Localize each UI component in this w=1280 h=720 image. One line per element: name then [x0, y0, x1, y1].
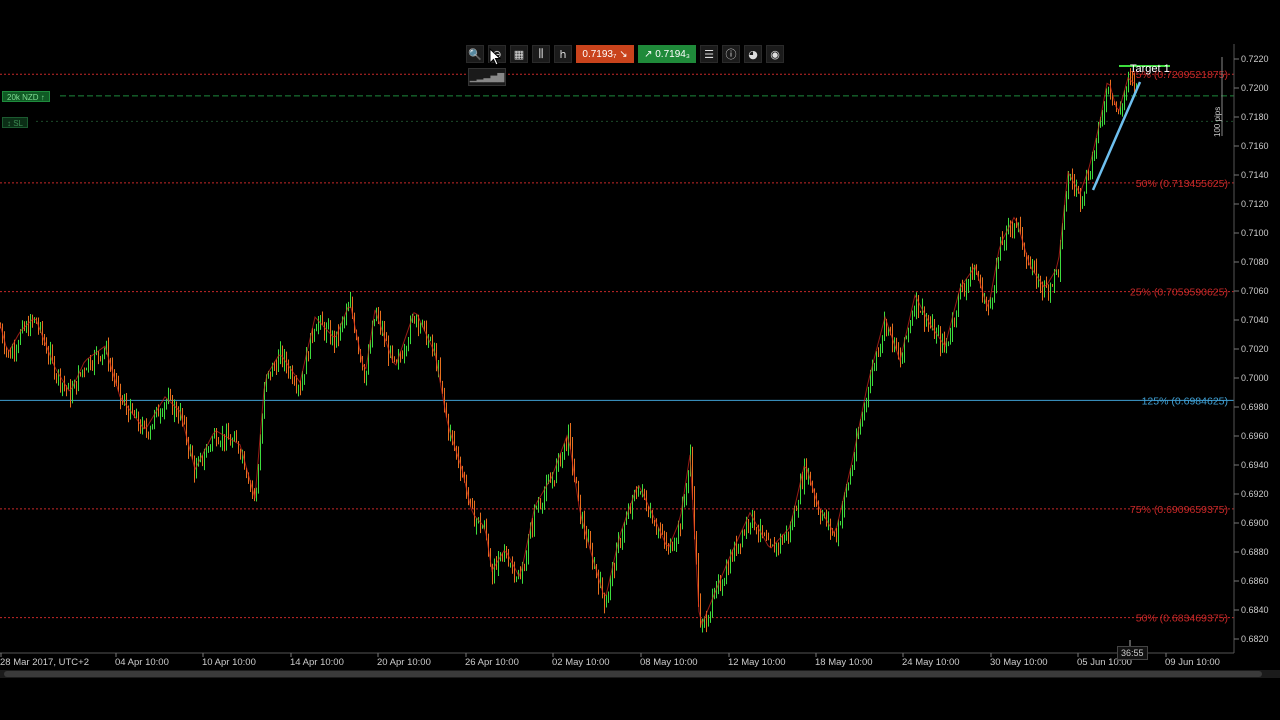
y-tick-label: 0.7120 [1241, 199, 1269, 209]
trend-line [1091, 81, 1142, 191]
scrollbar-thumb[interactable] [4, 671, 1262, 677]
x-tick-label: 30 May 10:00 [990, 657, 1048, 668]
fib-level-label: 50% (0.713455625) [1136, 178, 1228, 190]
stop-loss-tag[interactable]: ↕ SL [2, 117, 29, 128]
x-tick-label: 04 Apr 10:00 [115, 657, 169, 668]
y-tick-label: 0.7140 [1241, 170, 1269, 180]
y-tick-label: 0.6920 [1241, 489, 1269, 499]
y-tick-label: 0.7180 [1241, 112, 1269, 122]
signal-strength-indicator: ▁▂▃▅▇ [468, 68, 506, 86]
user-icon[interactable]: ◉ [766, 45, 784, 63]
fib-level-label: 125% (0.6984625) [1142, 395, 1228, 407]
x-tick-label: 08 May 10:00 [640, 657, 698, 668]
x-tick-label: 12 May 10:00 [728, 657, 786, 668]
x-tick-label: 18 May 10:00 [815, 657, 873, 668]
moving-average-line [0, 76, 1135, 626]
fib-level-label: 25% (0.7059590625) [1130, 287, 1228, 299]
x-tick-label: 28 Mar 2017, UTC+2 [0, 657, 89, 668]
target-label: Target 1 [1130, 63, 1170, 75]
x-tick-label: 02 May 10:00 [552, 657, 610, 668]
zoom-in-icon[interactable]: 🔍 [466, 45, 484, 63]
y-tick-label: 0.7160 [1241, 141, 1269, 151]
y-tick-label: 0.6940 [1241, 460, 1269, 470]
x-tick-label: 24 May 10:00 [902, 657, 960, 668]
pips-label: 100 pips [1213, 107, 1222, 137]
x-tick-label: 20 Apr 10:00 [377, 657, 431, 668]
buy-button[interactable]: ↗ 0.7194₃ [638, 45, 696, 63]
y-tick-label: 0.6880 [1241, 547, 1269, 557]
candle-timer: 36:55 [1117, 646, 1148, 660]
x-tick-label: 26 Apr 10:00 [465, 657, 519, 668]
sell-button[interactable]: 0.7193₇ ↘ [576, 45, 634, 63]
position-tag[interactable]: 20k NZD ↑ [2, 91, 50, 102]
y-tick-label: 0.6980 [1241, 402, 1269, 412]
mouse-cursor-icon [489, 48, 501, 66]
annotations: Target 1 100 pips [1091, 57, 1223, 653]
drop-icon[interactable]: ◕ [744, 45, 762, 63]
chart-toolbar: 🔍 ⊖ ▦ ⫼ h 0.7193₇ ↘ ↗ 0.7194₃ ☰ ⓘ ◕ ◉ [466, 44, 784, 64]
y-tick-label: 0.6900 [1241, 518, 1269, 528]
y-tick-label: 0.7000 [1241, 373, 1269, 383]
x-tick-label: 10 Apr 10:00 [202, 657, 256, 668]
candlestick-series [0, 68, 1137, 633]
y-tick-label: 0.6860 [1241, 576, 1269, 586]
y-tick-label: 0.6840 [1241, 605, 1269, 615]
info-icon[interactable]: ⓘ [722, 45, 740, 63]
y-tick-label: 0.7080 [1241, 257, 1269, 267]
y-tick-label: 0.7220 [1241, 54, 1269, 64]
fib-level-label: 50% (0.683469375) [1136, 613, 1228, 625]
y-tick-label: 0.7100 [1241, 228, 1269, 238]
y-tick-label: 0.6820 [1241, 634, 1269, 644]
y-tick-label: 0.7200 [1241, 83, 1269, 93]
chart-settings-icon[interactable]: ▦ [510, 45, 528, 63]
y-tick-label: 0.7020 [1241, 344, 1269, 354]
chart-axes: 0.7220 0.7200 0.7180 0.7160 0.7140 0.7120 0.71… [0, 44, 1269, 668]
x-tick-label: 09 Jun 10:00 [1165, 657, 1220, 668]
list-icon[interactable]: ☰ [700, 45, 718, 63]
y-tick-label: 0.6960 [1241, 431, 1269, 441]
fibonacci-levels: 75% (0.7209521875)50% (0.713455625)25% (… [0, 69, 1234, 625]
x-tick-label: 14 Apr 10:00 [290, 657, 344, 668]
chart-type-icon[interactable]: ⫼ [532, 45, 550, 63]
horizontal-scrollbar[interactable] [0, 670, 1280, 678]
y-tick-label: 0.7060 [1241, 286, 1269, 296]
price-chart[interactable]: 75% (0.7209521875)50% (0.713455625)25% (… [0, 0, 1280, 720]
fib-level-label: 75% (0.6909659375) [1130, 504, 1228, 516]
y-tick-label: 0.7040 [1241, 315, 1269, 325]
timeframe-icon[interactable]: h [554, 45, 572, 63]
